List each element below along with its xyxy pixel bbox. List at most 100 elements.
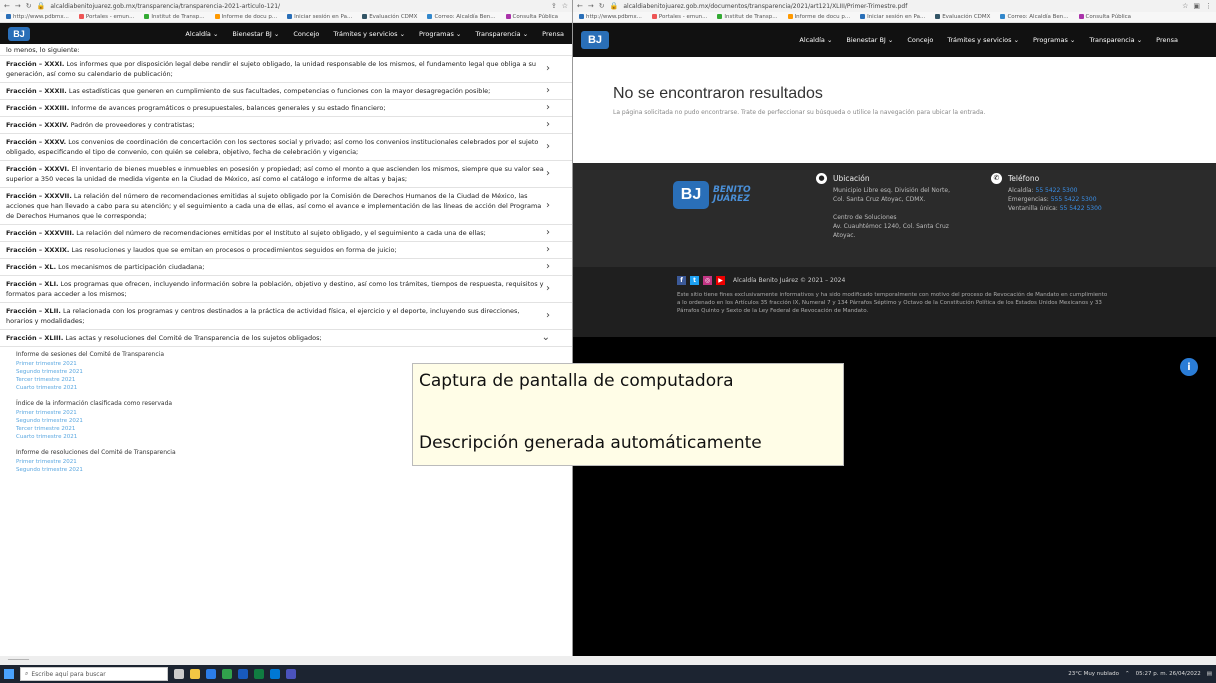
extensions-icon[interactable]: ▣ xyxy=(1193,2,1200,10)
forward-icon[interactable]: → xyxy=(588,2,594,10)
fraccion-row[interactable]: Fracción – XXXVII. La relación del númer… xyxy=(0,188,572,225)
bookmark-item[interactable]: http://www.pdbmx... xyxy=(6,14,69,20)
fraccion-text: Los informes que por disposición legal d… xyxy=(6,60,537,78)
chevron-right-icon[interactable]: › xyxy=(546,245,550,255)
excel-icon[interactable] xyxy=(254,669,264,679)
chevron-right-icon[interactable]: › xyxy=(546,201,550,211)
forward-icon[interactable]: → xyxy=(15,2,21,10)
bookmark-label: Institut de Transp... xyxy=(724,14,778,20)
nav-item[interactable]: Prensa xyxy=(1156,36,1178,44)
fraccion-label: Fracción – XXXVII. xyxy=(6,192,72,200)
task-view-icon[interactable] xyxy=(174,669,184,679)
left-url-field[interactable]: alcaldiabenitojuarez.gob.mx/transparenci… xyxy=(50,3,546,10)
chevron-right-icon[interactable]: › xyxy=(546,169,550,179)
chevron-right-icon[interactable]: › xyxy=(546,262,550,272)
bookmark-item[interactable]: Consulta Pública xyxy=(505,14,558,20)
bookmark-item[interactable]: Consulta Pública xyxy=(1078,14,1131,20)
nav-item[interactable]: Trámites y servicios ⌄ xyxy=(947,36,1019,44)
nav-item[interactable]: Transparencia ⌄ xyxy=(475,30,528,38)
bookmark-item[interactable]: Institut de Transp... xyxy=(144,14,205,20)
nav-item[interactable]: Concejo xyxy=(293,30,319,38)
bookmark-item[interactable]: Portales - emun... xyxy=(651,14,707,20)
taskbar-search[interactable]: ⌕ Escribe aquí para buscar xyxy=(20,667,168,681)
fraccion-row[interactable]: Fracción – XXXV. Los convenios de coordi… xyxy=(0,134,572,161)
chevron-right-icon[interactable]: › xyxy=(546,142,550,152)
teams-icon[interactable] xyxy=(286,669,296,679)
bookmark-label: Evaluación CDMX xyxy=(369,14,418,20)
share-icon[interactable]: ⇪ xyxy=(551,2,557,10)
nav-item[interactable]: Alcaldía ⌄ xyxy=(185,30,218,38)
phone-number-link[interactable]: 55 5422 5300 xyxy=(1060,205,1102,212)
chevron-down-icon[interactable]: ⌄ xyxy=(542,333,550,343)
file-explorer-icon[interactable] xyxy=(190,669,200,679)
reload-icon[interactable]: ↻ xyxy=(26,2,32,10)
nav-item[interactable]: Transparencia ⌄ xyxy=(1089,36,1142,44)
accessibility-icon[interactable]: i xyxy=(1180,358,1198,376)
phone-number-link[interactable]: 55 5422 5300 xyxy=(1036,187,1078,194)
fraccion-row[interactable]: Fracción – XL. Los mecanismos de partici… xyxy=(0,259,572,276)
chevron-right-icon[interactable]: › xyxy=(546,64,550,74)
chevron-right-icon[interactable]: › xyxy=(546,120,550,130)
nav-item[interactable]: Bienestar BJ ⌄ xyxy=(846,36,893,44)
fraccion-row[interactable]: Fracción – XLIII. Las actas y resolucion… xyxy=(0,330,572,347)
nav-item[interactable]: Trámites y servicios ⌄ xyxy=(333,30,405,38)
fraccion-row[interactable]: Fracción – XXXI. Los informes que por di… xyxy=(0,56,572,83)
fraccion-row[interactable]: Fracción – XLII. La relacionada con los … xyxy=(0,303,572,330)
nav-item[interactable]: Prensa xyxy=(542,30,564,38)
right-url-field[interactable]: alcaldiabenitojuarez.gob.mx/documentos/t… xyxy=(623,3,1177,10)
facebook-icon[interactable]: f xyxy=(677,276,686,285)
word-icon[interactable] xyxy=(238,669,248,679)
chrome-icon[interactable] xyxy=(222,669,232,679)
chevron-right-icon[interactable]: › xyxy=(546,311,550,321)
edge-icon[interactable] xyxy=(206,669,216,679)
phone-number-link[interactable]: 555 5422 5300 xyxy=(1051,196,1097,203)
nav-item[interactable]: Programas ⌄ xyxy=(1033,36,1075,44)
bookmark-item[interactable]: Correo: Alcaldía Ben... xyxy=(1000,14,1069,20)
bookmark-item[interactable]: Correo: Alcaldía Ben... xyxy=(427,14,496,20)
youtube-icon[interactable]: ▶ xyxy=(716,276,725,285)
back-icon[interactable]: ← xyxy=(577,2,583,10)
bookmark-item[interactable]: Evaluación CDMX xyxy=(362,14,417,20)
bookmark-item[interactable]: Institut de Transp... xyxy=(717,14,778,20)
bookmark-item[interactable]: Informe de docu p... xyxy=(214,14,278,20)
site-logo[interactable]: BJ xyxy=(581,31,609,49)
chevron-right-icon[interactable]: › xyxy=(546,103,550,113)
chevron-right-icon[interactable]: › xyxy=(546,228,550,238)
star-icon[interactable]: ☆ xyxy=(1182,2,1188,10)
menu-icon[interactable]: ⋮ xyxy=(1205,2,1212,10)
document-link[interactable]: Segundo trimestre 2021 xyxy=(16,466,572,474)
fraccion-row[interactable]: Fracción – XXXIII. Informe de avances pr… xyxy=(0,100,572,117)
bookmark-item[interactable]: Portales - emun... xyxy=(78,14,134,20)
nav-item[interactable]: Concejo xyxy=(907,36,933,44)
instagram-icon[interactable]: ◎ xyxy=(703,276,712,285)
fraccion-row[interactable]: Fracción – XXXVIII. La relación del núme… xyxy=(0,225,572,242)
nav-item[interactable]: Bienestar BJ ⌄ xyxy=(232,30,279,38)
nav-item[interactable]: Programas ⌄ xyxy=(419,30,461,38)
star-icon[interactable]: ☆ xyxy=(562,2,568,10)
fraccion-row[interactable]: Fracción – XXXVI. El inventario de biene… xyxy=(0,161,572,188)
clock[interactable]: 05:27 p. m. 26/04/2022 xyxy=(1136,671,1201,677)
fraccion-row[interactable]: Fracción – XXXII. Las estadísticas que g… xyxy=(0,83,572,100)
site-logo[interactable]: BJ xyxy=(8,26,30,41)
reload-icon[interactable]: ↻ xyxy=(599,2,605,10)
fraccion-row[interactable]: Fracción – XLI. Los programas que ofrece… xyxy=(0,276,572,303)
nav-item[interactable]: Alcaldía ⌄ xyxy=(799,36,832,44)
chevron-up-icon[interactable]: ⌃ xyxy=(1125,671,1130,677)
bookmark-item[interactable]: Evaluación CDMX xyxy=(935,14,990,20)
back-icon[interactable]: ← xyxy=(4,2,10,10)
fraccion-row[interactable]: Fracción – XXXIX. Las resoluciones y lau… xyxy=(0,242,572,259)
bookmark-item[interactable]: Informe de docu p... xyxy=(787,14,850,20)
chevron-right-icon[interactable]: › xyxy=(546,284,550,294)
bookmark-label: Informe de docu p... xyxy=(221,14,278,20)
twitter-icon[interactable]: t xyxy=(690,276,699,285)
notifications-icon[interactable]: ▤ xyxy=(1207,671,1212,677)
outlook-icon[interactable] xyxy=(270,669,280,679)
windows-start-icon[interactable] xyxy=(4,669,14,679)
fraccion-label: Fracción – XL. xyxy=(6,263,57,271)
weather-widget[interactable]: 23°C Muy nublado xyxy=(1068,671,1119,677)
chevron-right-icon[interactable]: › xyxy=(546,86,550,96)
bookmark-item[interactable]: Iniciar sesión en Pa... xyxy=(287,14,352,20)
bookmark-item[interactable]: http://www.pdbmx... xyxy=(579,14,642,20)
bookmark-item[interactable]: Iniciar sesión en Pa... xyxy=(860,14,925,20)
fraccion-row[interactable]: Fracción – XXXIV. Padrón de proveedores … xyxy=(0,117,572,134)
